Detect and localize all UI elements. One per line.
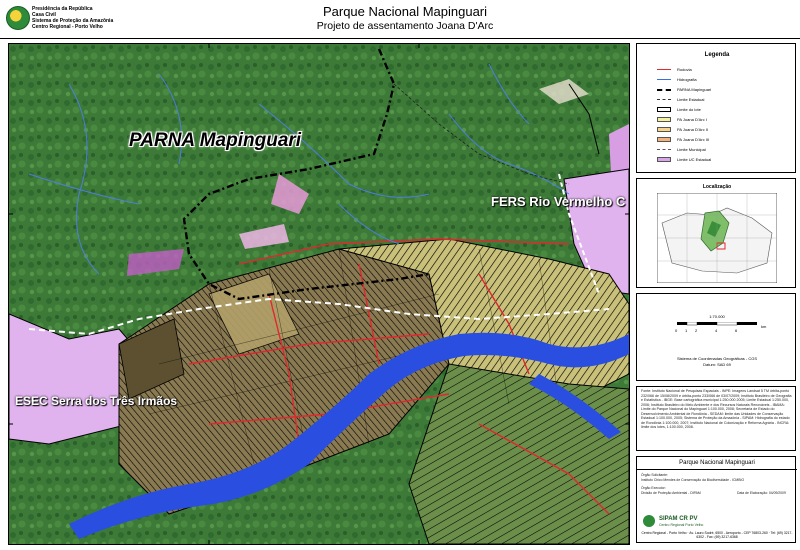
- legend-symbol-icon: [657, 137, 671, 142]
- esec-label: ESEC Serra dos Três Irmãos: [15, 394, 178, 408]
- sipam-logo-icon: [643, 515, 655, 527]
- scale-ratio: 1:70.000: [709, 314, 725, 319]
- legend-item: Rodovia: [657, 66, 692, 73]
- legend-item-label: PA Joana D'Arc III: [677, 137, 710, 142]
- org-line-4: Centro Regional - Porto Velho: [32, 24, 103, 30]
- legend-panel: Legenda Rodovia Hidrografia PARNA Mapingua…: [636, 43, 796, 173]
- legend-symbol-icon: [657, 79, 671, 80]
- location-title: Localização: [702, 184, 732, 190]
- legend-item: Limite do lote: [657, 106, 701, 113]
- info-row-requester-label: Órgão Solicitante:: [641, 473, 668, 477]
- side-panel: Legenda Rodovia Hidrografia PARNA Mapingua…: [636, 43, 797, 543]
- parna-label: PARNA Mapinguari: [129, 130, 302, 151]
- sources-panel: Fonte: Instituto Nacional de Pesquisas E…: [636, 386, 796, 451]
- scale-tick-2: 2: [695, 328, 698, 333]
- legend-symbol-icon: [657, 89, 671, 91]
- agency-subtitle: Centro Regional Porto Velho: [659, 523, 704, 527]
- legend-symbol-icon: [657, 69, 671, 70]
- legend-item: Hidrografia: [657, 76, 697, 83]
- legend-symbol-icon: [657, 99, 671, 100]
- legend-item-label: Limite UC Estadual: [677, 157, 712, 162]
- coordinate-system: Sistema de Coordenadas Geográficas - CGS: [676, 356, 758, 361]
- legend-item-label: Limite Municipal: [677, 147, 706, 152]
- legend-title: Legenda: [704, 52, 730, 58]
- legend-item: PA Joana D'Arc II: [657, 126, 708, 133]
- info-row-executor: Divisão de Proteção Ambiental - DIPAM: [641, 491, 701, 495]
- legend-symbol-icon: [657, 127, 671, 132]
- legend-item: PARNA Mapinguari: [657, 86, 712, 93]
- scale-tick-4: 4: [715, 328, 718, 333]
- legend-item: PA Joana D'Arc I: [657, 116, 707, 123]
- legend-item-label: Rodovia: [677, 67, 692, 72]
- datum: Datum: SAD 69: [703, 362, 731, 367]
- sources-text: Fonte: Instituto Nacional de Pesquisas E…: [641, 389, 792, 429]
- map-subtitle: Projeto de assentamento Joana D'Arc: [316, 20, 494, 32]
- scale-tick-0: 0: [675, 328, 678, 333]
- government-emblem-icon: [6, 6, 30, 30]
- legend-symbol-icon: [657, 117, 671, 122]
- legend-item-label: PA Joana D'Arc I: [677, 117, 707, 122]
- scale-tick-1: 1: [685, 328, 688, 333]
- agency-name: SIPAM CR PV: [659, 516, 698, 522]
- info-row-requester: Instituto Chico Mendes de Conservação da…: [641, 478, 745, 482]
- legend-item-label: Limite Estadual: [677, 97, 705, 102]
- info-panel: Parque Nacional Mapinguari Órgão Solicit…: [636, 456, 797, 543]
- map-canvas[interactable]: [9, 44, 629, 544]
- agency-contact: Centro Regional - Porto Velho · Av. Laur…: [641, 531, 793, 539]
- legend-symbol-icon: [657, 149, 671, 150]
- legend-item: Limite Estadual: [657, 96, 705, 103]
- info-title: Parque Nacional Mapinguari: [637, 460, 797, 470]
- header-bar: Presidência da República Casa Civil Sist…: [0, 0, 800, 39]
- government-logo-block: Presidência da República Casa Civil Sist…: [6, 4, 126, 34]
- legend-item-label: Limite do lote: [677, 107, 701, 112]
- legend-item: Limite UC Estadual: [657, 156, 712, 163]
- legend-item: PA Joana D'Arc III: [657, 136, 710, 143]
- satellite-map[interactable]: PARNA Mapinguari FERS Rio Vermelho C ESE…: [8, 43, 630, 545]
- fers-label: FERS Rio Vermelho C: [491, 194, 626, 209]
- legend-symbol-icon: [657, 157, 671, 162]
- legend-item-label: Hidrografia: [677, 77, 697, 82]
- legend-symbol-icon: [657, 107, 671, 112]
- legend-item-label: PARNA Mapinguari: [677, 87, 712, 92]
- info-row-date: Data de Elaboração: 04/09/2009: [737, 491, 786, 495]
- map-title: Parque Nacional Mapinguari: [322, 4, 488, 19]
- location-inset-map: [657, 193, 777, 283]
- legend-item-label: PA Joana D'Arc II: [677, 127, 708, 132]
- info-row-executor-label: Órgão Executor:: [641, 486, 666, 490]
- scale-panel: 1:70.000 0 1 2 4 6 km Sistema de Coorden…: [636, 293, 796, 381]
- location-panel: Localização: [636, 178, 796, 288]
- scale-unit: km: [761, 324, 767, 329]
- legend-item: Limite Municipal: [657, 146, 706, 153]
- scale-tick-6: 6: [735, 328, 738, 333]
